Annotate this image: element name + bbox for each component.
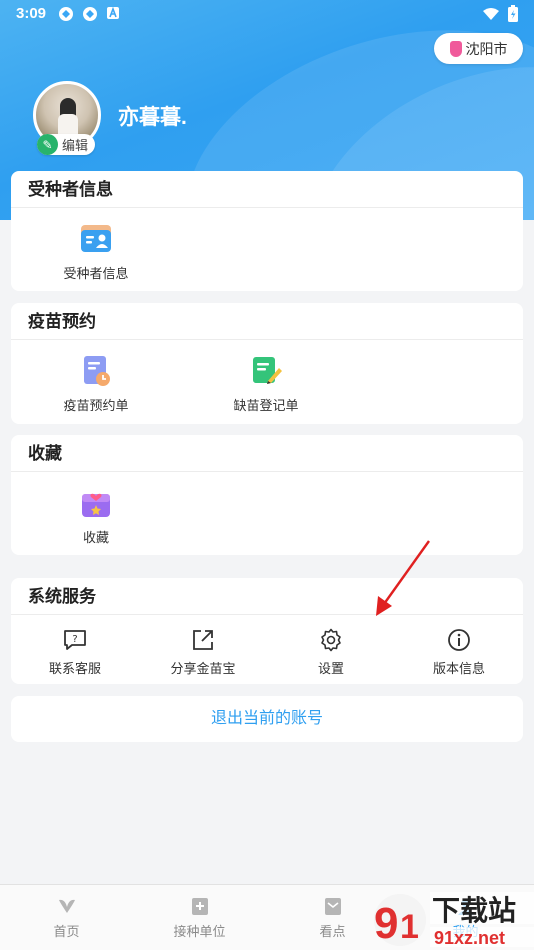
system-services-section: 系统服务 ? 联系客服 分享金苗宝 设置 版本信息 <box>11 578 523 684</box>
item-label: 受种者信息 <box>63 266 129 281</box>
tab-label: 接种单位 <box>173 924 226 939</box>
chat-help-icon: ? <box>62 627 88 653</box>
watermark-main: 下载站 <box>432 894 516 927</box>
item-label: 联系客服 <box>48 661 101 676</box>
recipient-section: 受种者信息 受种者信息 <box>11 171 523 291</box>
app-notification-icon <box>58 6 74 22</box>
tab-label: 首页 <box>53 924 80 939</box>
settings-item[interactable]: 设置 <box>267 615 395 677</box>
username: 亦暮暮. <box>118 106 187 129</box>
status-time: 3:09 <box>16 5 47 22</box>
svg-text:?: ? <box>72 634 77 645</box>
tab-clinic[interactable]: 接种单位 <box>133 885 266 940</box>
shortage-register-item[interactable]: 缺苗登记单 <box>181 340 351 414</box>
register-doc-icon <box>248 353 284 389</box>
item-label: 版本信息 <box>432 661 485 676</box>
city-label: 沈阳市 <box>465 40 508 57</box>
gear-icon <box>318 627 344 653</box>
logout-button[interactable]: 退出当前的账号 <box>11 696 523 742</box>
favorites-item[interactable]: 收藏 <box>11 472 181 546</box>
info-icon <box>446 627 472 653</box>
app-notification-icon <box>82 6 98 22</box>
battery-icon <box>508 5 518 26</box>
font-notification-icon <box>106 6 122 22</box>
site-watermark: 9 1 下载站 91xz.net <box>360 886 534 950</box>
item-label: 设置 <box>317 661 344 676</box>
city-selector-button[interactable]: 沈阳市 <box>434 33 523 64</box>
tab-home[interactable]: 首页 <box>0 885 133 940</box>
item-label: 分享金苗宝 <box>170 661 236 676</box>
favorites-section: 收藏 收藏 <box>11 435 523 555</box>
section-title: 收藏 <box>11 435 523 472</box>
item-label: 缺苗登记单 <box>233 398 299 413</box>
clinic-icon <box>189 895 211 917</box>
home-icon <box>56 895 78 917</box>
edit-profile-button[interactable]: ✎ 编辑 <box>37 134 95 155</box>
wifi-icon <box>482 7 500 25</box>
item-label: 疫苗预约单 <box>63 398 129 413</box>
annotation-arrow-icon <box>376 540 430 616</box>
id-card-icon <box>78 221 114 257</box>
section-title: 系统服务 <box>11 578 523 615</box>
location-tag-icon <box>449 40 462 57</box>
section-title: 受种者信息 <box>11 171 523 208</box>
section-title: 疫苗预约 <box>11 303 523 340</box>
vaccine-section: 疫苗预约 疫苗预约单 缺苗登记单 <box>11 303 523 424</box>
recipient-info-item[interactable]: 受种者信息 <box>11 208 181 282</box>
pencil-icon: ✎ <box>37 134 58 155</box>
status-notification-icons <box>58 6 122 22</box>
appointment-item[interactable]: 疫苗预约单 <box>11 340 181 414</box>
edit-label: 编辑 <box>62 138 89 153</box>
watermark-sub: 91xz.net <box>434 928 505 948</box>
svg-text:9: 9 <box>374 899 398 948</box>
version-info-item[interactable]: 版本信息 <box>395 615 523 677</box>
contact-service-item[interactable]: ? 联系客服 <box>11 615 139 677</box>
favorite-box-icon <box>78 485 114 521</box>
share-icon <box>190 627 216 653</box>
svg-text:1: 1 <box>400 908 419 946</box>
appointment-doc-icon <box>78 353 114 389</box>
share-app-item[interactable]: 分享金苗宝 <box>139 615 267 677</box>
item-label: 收藏 <box>82 530 109 545</box>
news-icon <box>322 895 344 917</box>
status-bar: 3:09 <box>0 0 534 28</box>
